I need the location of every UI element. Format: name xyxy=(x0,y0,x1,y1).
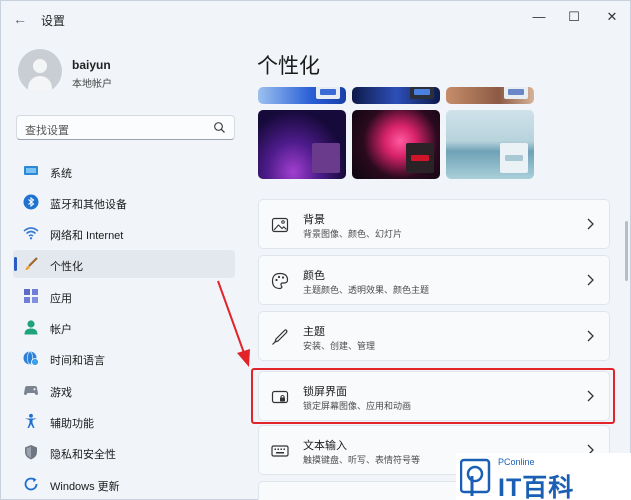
watermark-small-text: PConline xyxy=(498,457,535,467)
annotation-arrow xyxy=(217,280,250,367)
watermark-big-text: IT百科 xyxy=(498,474,575,500)
settings-window: ← 设置 — ☐ ✕ baiyun 本地帐户 查找设置 系统 蓝牙和其他设备 网… xyxy=(0,0,631,500)
watermark: PConline IT百科 xyxy=(456,453,631,500)
pconline-logo xyxy=(460,458,491,496)
